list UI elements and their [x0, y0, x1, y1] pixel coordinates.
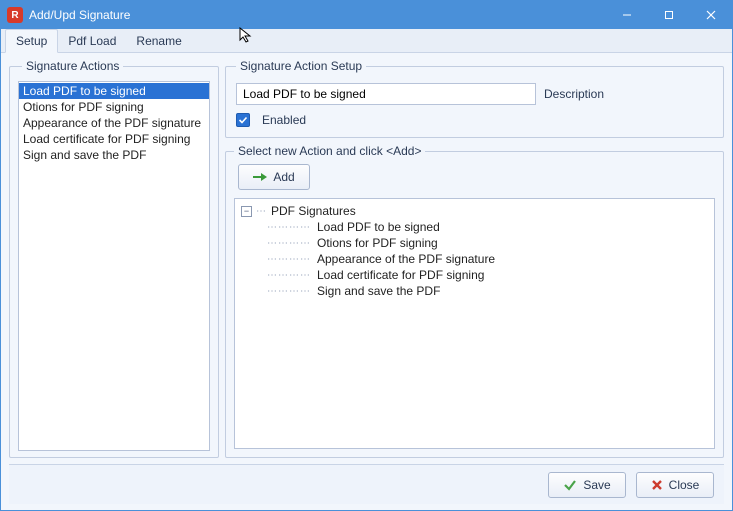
- right-panel: Signature Action Setup Description Enabl…: [225, 59, 724, 458]
- signature-actions-list[interactable]: Load PDF to be signedOtions for PDF sign…: [18, 81, 210, 451]
- tree-root-node[interactable]: − ⋯ PDF Signatures: [241, 203, 708, 219]
- action-setup-legend: Signature Action Setup: [236, 59, 366, 73]
- maximize-button[interactable]: [648, 1, 690, 29]
- action-setup-group: Signature Action Setup Description Enabl…: [225, 59, 724, 138]
- list-item[interactable]: Appearance of the PDF signature: [19, 115, 209, 131]
- tree-root-label: PDF Signatures: [271, 204, 356, 218]
- tree-item-label: Load certificate for PDF signing: [317, 268, 484, 282]
- list-item[interactable]: Sign and save the PDF: [19, 147, 209, 163]
- check-icon: [563, 478, 577, 492]
- enabled-label: Enabled: [262, 113, 306, 127]
- tree-item-label: Otions for PDF signing: [317, 236, 438, 250]
- tree-item[interactable]: ⋯⋯Otions for PDF signing: [241, 235, 708, 251]
- tree-item[interactable]: ⋯⋯Appearance of the PDF signature: [241, 251, 708, 267]
- action-tree[interactable]: − ⋯ PDF Signatures ⋯⋯Load PDF to be sign…: [234, 198, 715, 449]
- titlebar[interactable]: R Add/Upd Signature: [1, 1, 732, 29]
- tree-item[interactable]: ⋯⋯Load PDF to be signed: [241, 219, 708, 235]
- x-icon: [651, 479, 663, 491]
- select-action-group: Select new Action and click <Add> Add − …: [225, 144, 724, 458]
- tab-pdf-load[interactable]: Pdf Load: [58, 30, 126, 52]
- save-button-label: Save: [583, 478, 610, 492]
- signature-actions-legend: Signature Actions: [22, 59, 123, 73]
- tab-rename[interactable]: Rename: [126, 30, 191, 52]
- save-button[interactable]: Save: [548, 472, 626, 498]
- window-title: Add/Upd Signature: [29, 8, 130, 22]
- enabled-checkbox[interactable]: Enabled: [236, 113, 713, 127]
- select-action-legend: Select new Action and click <Add>: [234, 144, 425, 158]
- list-item[interactable]: Otions for PDF signing: [19, 99, 209, 115]
- close-button-label: Close: [669, 478, 700, 492]
- list-item[interactable]: Load certificate for PDF signing: [19, 131, 209, 147]
- collapse-icon[interactable]: −: [241, 206, 252, 217]
- minimize-button[interactable]: [606, 1, 648, 29]
- dialog-window: R Add/Upd Signature SetupPdf LoadRename …: [0, 0, 733, 511]
- add-icon: [253, 171, 267, 183]
- close-button[interactable]: Close: [636, 472, 714, 498]
- dialog-footer: Save Close: [9, 464, 724, 504]
- tree-item-label: Sign and save the PDF: [317, 284, 440, 298]
- tab-setup[interactable]: Setup: [5, 29, 58, 53]
- checkmark-icon: [236, 113, 250, 127]
- tree-item-label: Load PDF to be signed: [317, 220, 440, 234]
- tree-item[interactable]: ⋯⋯Load certificate for PDF signing: [241, 267, 708, 283]
- left-panel: Signature Actions Load PDF to be signedO…: [9, 59, 219, 458]
- app-icon: R: [7, 7, 23, 23]
- client-area: Signature Actions Load PDF to be signedO…: [1, 53, 732, 510]
- action-name-input[interactable]: [236, 83, 536, 105]
- add-button-label: Add: [273, 170, 294, 184]
- description-label: Description: [544, 87, 604, 101]
- tree-item-label: Appearance of the PDF signature: [317, 252, 495, 266]
- tabstrip: SetupPdf LoadRename: [1, 29, 732, 53]
- add-button[interactable]: Add: [238, 164, 310, 190]
- tree-item[interactable]: ⋯⋯Sign and save the PDF: [241, 283, 708, 299]
- list-item[interactable]: Load PDF to be signed: [19, 83, 209, 99]
- close-window-button[interactable]: [690, 1, 732, 29]
